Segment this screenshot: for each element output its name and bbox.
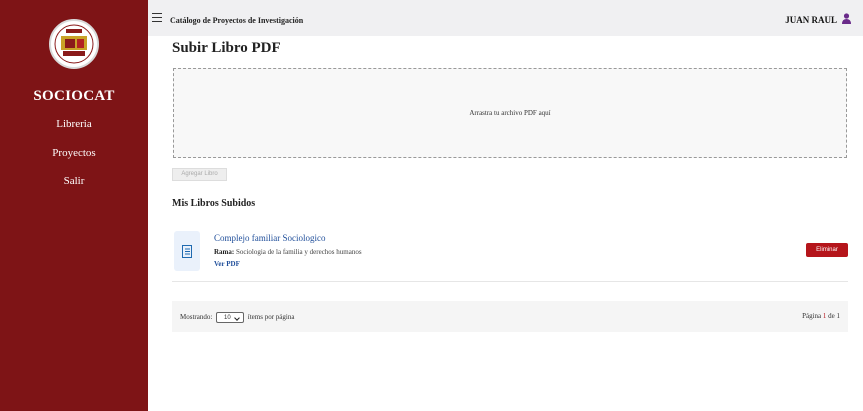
per-page-value: 10 xyxy=(224,315,231,321)
delete-button[interactable]: Eliminar xyxy=(806,243,848,257)
dropzone-text: Arrastra tu archivo PDF aquí xyxy=(469,109,551,117)
pdf-dropzone[interactable]: Arrastra tu archivo PDF aquí xyxy=(173,68,847,158)
sidebar: SOCIOCAT Libreria Proyectos Salir xyxy=(0,0,148,411)
per-page-select[interactable]: 10 xyxy=(216,312,245,323)
page-indicator: Página 1 de 1 xyxy=(802,312,840,320)
page-title: Subir Libro PDF xyxy=(172,40,281,56)
page-label: Página xyxy=(802,312,822,320)
user-name[interactable]: JUAN RAUL xyxy=(785,15,837,25)
sidebar-item-salir[interactable]: Salir xyxy=(0,175,148,187)
hamburger-menu-icon[interactable] xyxy=(152,10,162,24)
top-bar: Catálogo de Proyectos de Investigación J… xyxy=(148,0,863,36)
book-card: Complejo familiar Sociologico Rama: Soci… xyxy=(172,224,848,282)
current-page: 1 xyxy=(822,312,827,320)
chevron-down-icon xyxy=(234,315,240,321)
pagination-bar: Mostrando: 10 ítems por página Página 1 … xyxy=(172,301,848,332)
rama-value: Sociologia de la familia y derechos huma… xyxy=(235,248,362,256)
logo xyxy=(49,19,99,69)
items-per-page: Mostrando: 10 ítems por página xyxy=(180,312,294,323)
app-title: Catálogo de Proyectos de Investigación xyxy=(170,16,304,25)
sidebar-item-libreria[interactable]: Libreria xyxy=(0,118,148,130)
brand-name: SOCIOCAT xyxy=(33,88,115,104)
showing-label: Mostrando: xyxy=(180,313,213,322)
user-icon[interactable] xyxy=(842,13,851,24)
per-page-suffix: ítems por página xyxy=(247,313,295,322)
view-pdf-link[interactable]: Ver PDF xyxy=(214,260,240,268)
book-title[interactable]: Complejo familiar Sociologico xyxy=(214,233,325,243)
book-rama: Rama: Sociologia de la familia y derecho… xyxy=(214,248,362,256)
section-title: Mis Libros Subidos xyxy=(172,198,256,209)
total-pages: 1 xyxy=(836,312,841,320)
rama-label: Rama: xyxy=(214,248,235,256)
document-icon xyxy=(174,231,200,271)
of-label: de xyxy=(828,312,835,320)
sidebar-item-proyectos[interactable]: Proyectos xyxy=(0,147,148,159)
add-book-button[interactable]: Agregar Libro xyxy=(172,168,227,181)
